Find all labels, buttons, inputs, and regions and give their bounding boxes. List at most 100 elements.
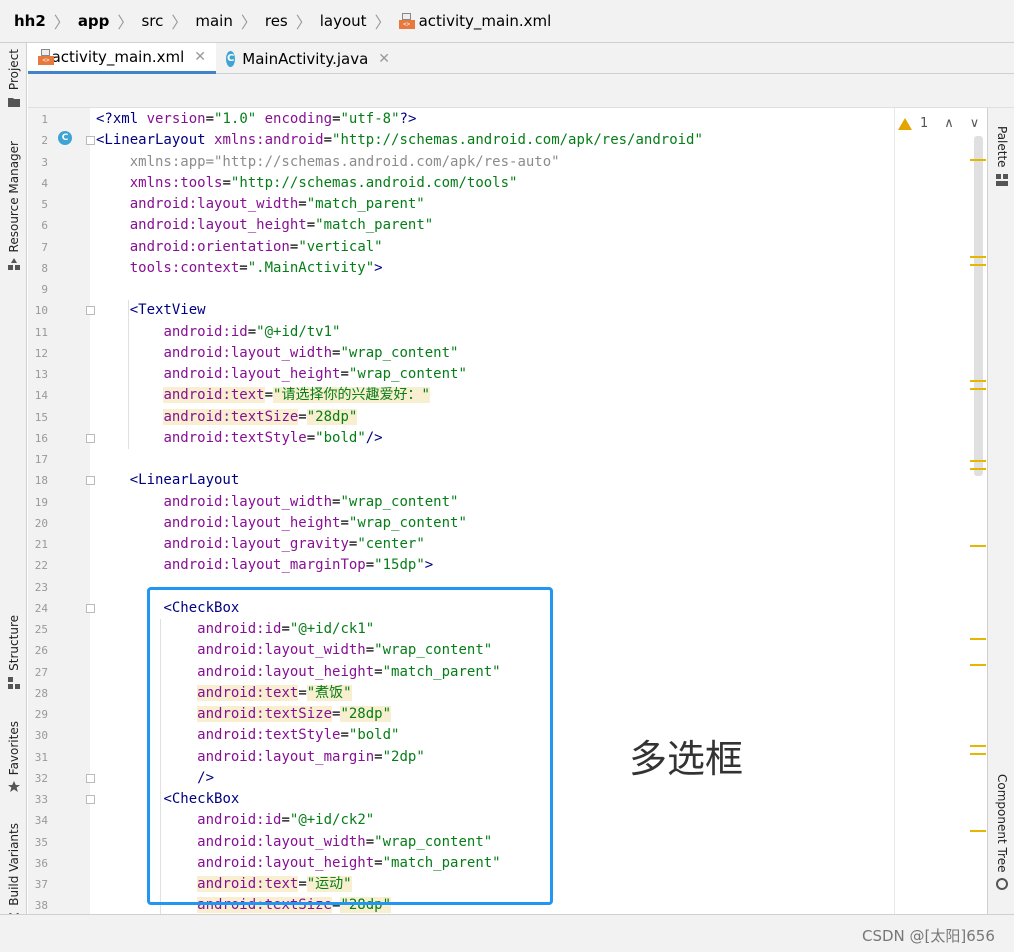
code-token: tools:context	[129, 259, 240, 276]
code-line: android:layout_width="wrap_content"	[96, 343, 458, 364]
breadcrumb-item-main[interactable]: main	[195, 12, 232, 30]
warning-stripe-mark[interactable]	[970, 638, 986, 640]
line-number: 29	[34, 708, 48, 721]
fold-marker-icon[interactable]	[86, 476, 95, 486]
palette-tool-button[interactable]: Palette	[990, 126, 1014, 186]
warning-stripe-mark[interactable]	[970, 380, 986, 382]
code-token: "请选择你的兴趣爱好："	[273, 387, 430, 404]
warning-stripe-mark[interactable]	[970, 460, 986, 462]
line-number: 5	[41, 198, 48, 211]
fold-marker-icon[interactable]	[86, 773, 95, 783]
code-token: =	[332, 111, 341, 127]
breadcrumb-item-app[interactable]: app	[78, 12, 110, 30]
structure-icon	[8, 676, 20, 689]
code-token: =	[239, 259, 248, 276]
line-number: 16	[34, 431, 48, 445]
right-margin-guide	[894, 108, 895, 914]
warning-stripe-mark[interactable]	[970, 264, 986, 266]
code-line: android:id="@+id/tv1"	[96, 322, 340, 343]
warning-stripe-mark[interactable]	[970, 830, 986, 832]
resource-manager-tool-label: Resource Manager	[7, 141, 21, 253]
warning-stripe-mark[interactable]	[970, 664, 986, 666]
warning-stripe-mark[interactable]	[970, 545, 986, 547]
warning-stripe-mark[interactable]	[970, 753, 986, 755]
line-number: 6	[41, 219, 48, 233]
close-icon[interactable]: ✕	[194, 49, 206, 65]
editor-gutter: 1 2 3 4 5 6 7 8 9 10 11 12 13 14 15 16 17 18 19 20 21 22 23 24 2…	[28, 108, 90, 914]
warning-stripe-mark[interactable]	[970, 468, 986, 470]
line-number: 14	[34, 389, 48, 403]
fold-marker-icon[interactable]	[86, 136, 95, 146]
warning-stripe-mark[interactable]	[970, 256, 986, 258]
warning-stripe-mark[interactable]	[970, 745, 986, 747]
code-token: android:textSize	[163, 408, 299, 425]
code-line: android:layout_width="match_parent"	[96, 194, 425, 215]
folder-icon	[8, 98, 20, 108]
chevron-up-icon[interactable]: ∧	[944, 116, 954, 131]
class-reference-icon[interactable]: C	[58, 131, 72, 145]
code-token: "15dp"	[374, 557, 425, 574]
build-variants-tool-button[interactable]: Build Variants	[2, 823, 26, 924]
fold-marker-icon[interactable]	[86, 306, 95, 316]
breadcrumb-separator: 〉	[117, 13, 134, 32]
component-tree-tool-button[interactable]: Component Tree	[990, 774, 1014, 891]
breadcrumb-item-hh2[interactable]: hh2	[14, 12, 46, 30]
tab-activity-main-xml[interactable]: <> activity_main.xml ✕	[28, 43, 216, 74]
code-token: =	[323, 132, 333, 149]
project-tool-button[interactable]: Project	[2, 49, 26, 108]
breadcrumb-item-file[interactable]: <> activity_main.xml	[398, 12, 552, 30]
breadcrumb-item-src[interactable]: src	[141, 12, 163, 30]
warning-stripe-mark[interactable]	[970, 388, 986, 390]
star-icon	[8, 781, 20, 793]
fold-marker-icon[interactable]	[86, 433, 95, 443]
code-token: android:text	[163, 387, 265, 404]
fold-marker-icon[interactable]	[86, 603, 95, 613]
code-line: android:textSize="28dp"	[96, 407, 358, 428]
code-token: ?>	[399, 111, 417, 127]
breadcrumb-file-label: activity_main.xml	[418, 12, 552, 30]
line-number: 1	[41, 113, 48, 126]
code-token: "http://schemas.android.com/tools"	[230, 174, 518, 191]
breadcrumb-item-layout[interactable]: layout	[320, 12, 367, 30]
code-token: "@+id/tv1"	[256, 323, 341, 340]
structure-tool-button[interactable]: Structure	[2, 615, 26, 689]
breadcrumb-separator: 〉	[374, 13, 391, 32]
component-tree-icon	[996, 878, 1008, 891]
code-token: "wrap_content"	[348, 366, 467, 382]
resource-manager-tool-button[interactable]: Resource Manager	[2, 141, 26, 271]
code-token: "wrap_content"	[340, 344, 459, 361]
favorites-tool-button[interactable]: Favorites	[2, 721, 26, 793]
line-number: 36	[34, 856, 48, 870]
line-number: 13	[34, 368, 48, 381]
line-number: 19	[34, 495, 48, 509]
line-number: 32	[34, 771, 48, 785]
fold-marker-icon[interactable]	[86, 795, 95, 804]
code-line: xmlns:app="http://schemas.android.com/ap…	[96, 152, 560, 173]
code-token: "28dp"	[306, 408, 358, 425]
palette-icon	[996, 173, 1008, 186]
checkbox-highlight-box	[147, 587, 553, 905]
code-line: android:layout_gravity="center"	[96, 534, 424, 555]
warning-stripe-mark[interactable]	[970, 159, 986, 161]
code-token: xmlns:	[129, 174, 181, 191]
breadcrumb-item-res[interactable]: res	[265, 12, 288, 30]
code-token: android:id	[163, 323, 248, 340]
right-tool-window-bar: Palette Component Tree	[987, 108, 1014, 942]
code-line: android:textStyle="bold"/>	[96, 428, 382, 449]
code-line: <?xml version="1.0" encoding="utf-8"?>	[96, 109, 416, 130]
code-line: android:orientation="vertical"	[96, 237, 383, 258]
code-token: =	[222, 174, 231, 191]
line-number: 11	[34, 325, 48, 339]
tab-main-activity-java[interactable]: C MainActivity.java ✕	[216, 43, 400, 74]
close-icon[interactable]: ✕	[378, 51, 390, 67]
line-number: 9	[41, 283, 48, 296]
java-class-icon: C	[226, 50, 236, 67]
code-token: =	[205, 111, 215, 127]
code-token: <LinearLayout	[129, 472, 240, 489]
